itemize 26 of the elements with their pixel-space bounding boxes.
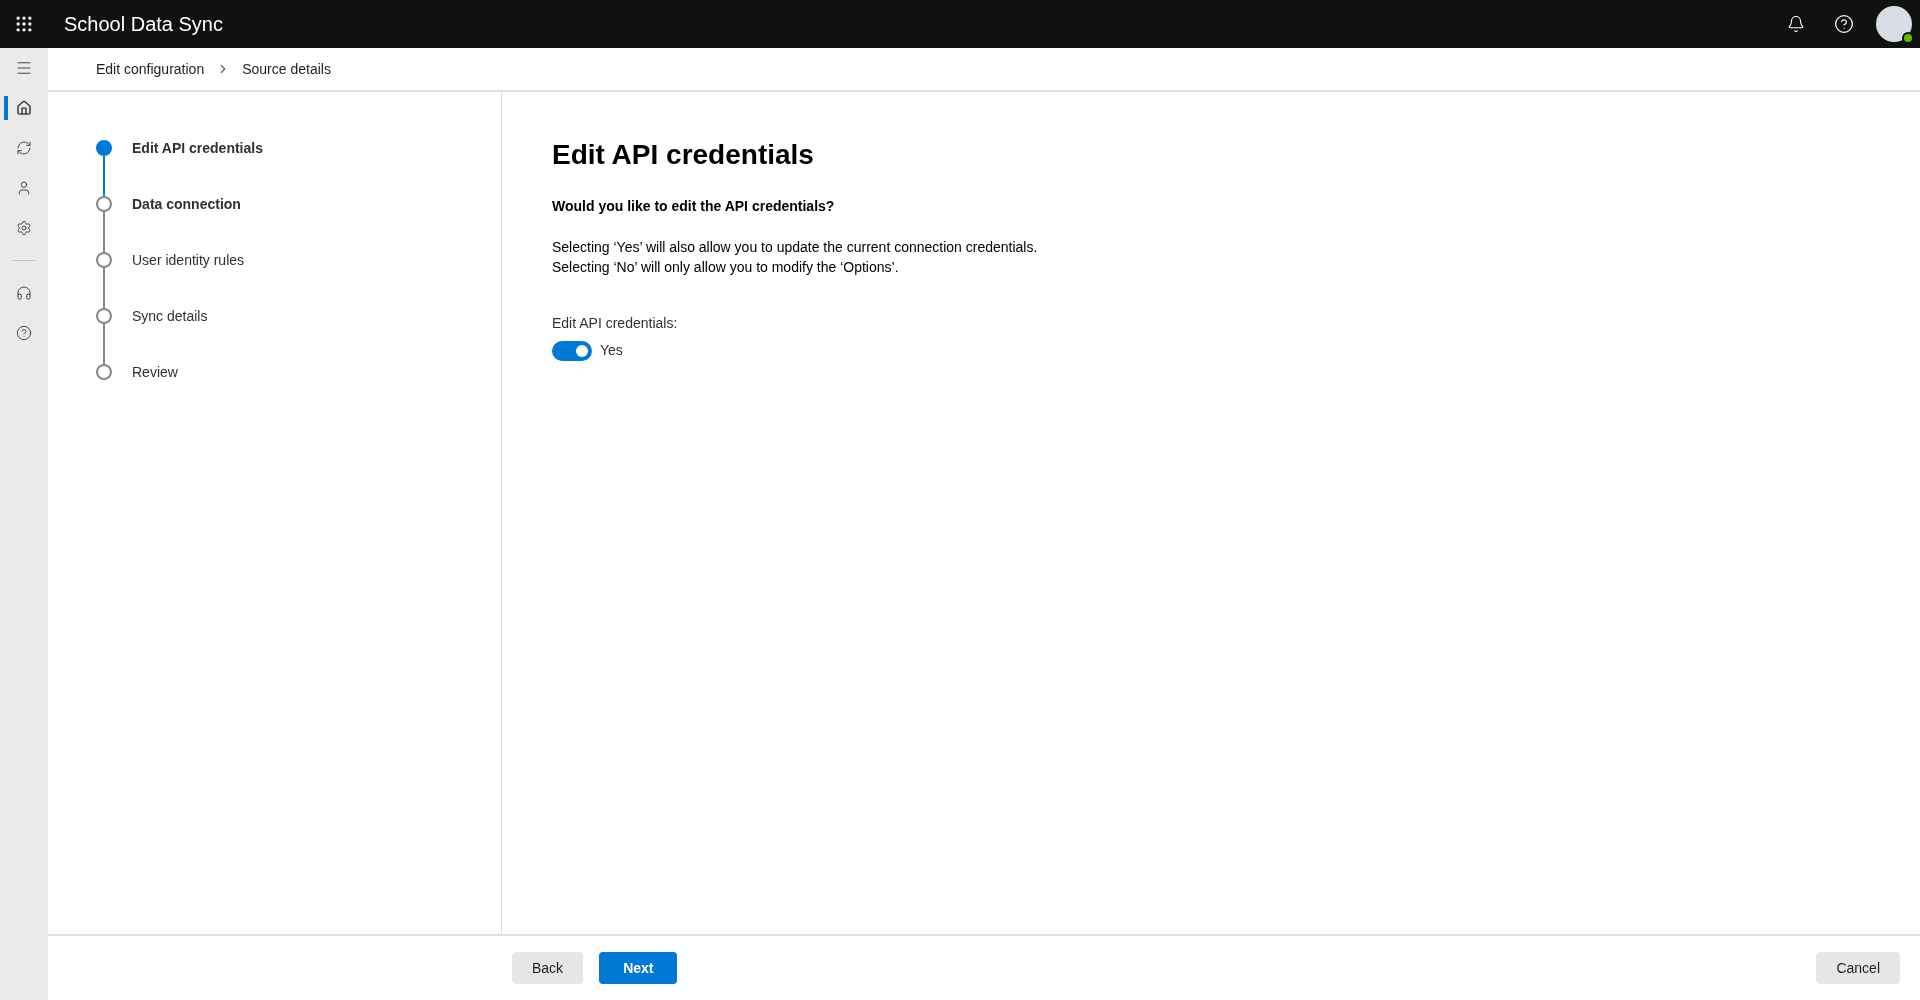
sync-icon[interactable]: [16, 140, 32, 156]
next-button[interactable]: Next: [599, 952, 678, 984]
description-text: Selecting ‘Yes’ will also allow you to update the current connection credentials.: [552, 238, 1039, 257]
toggle-switch[interactable]: [552, 340, 592, 361]
step-label[interactable]: Edit API credentials: [132, 140, 263, 196]
step-label[interactable]: Data connection: [132, 196, 241, 252]
app-title: School Data Sync: [64, 12, 223, 37]
step-label[interactable]: Sync details: [132, 308, 208, 364]
breadcrumb-item: Source details: [242, 59, 331, 79]
toggle-label: Edit API credentials:: [552, 314, 679, 333]
step-label[interactable]: Review: [132, 364, 178, 380]
selection-indicator: [4, 96, 8, 120]
cancel-button[interactable]: Cancel: [1816, 952, 1900, 984]
help-icon[interactable]: [16, 325, 32, 341]
toggle-state-text: Yes: [600, 341, 623, 360]
description-text: Selecting ‘No’ will only allow you to modify the ‘Options’.: [552, 258, 900, 277]
back-button[interactable]: Back: [512, 952, 584, 984]
user-avatar[interactable]: [1876, 6, 1912, 42]
settings-icon[interactable]: [16, 220, 32, 236]
step-label[interactable]: User identity rules: [132, 252, 245, 308]
page-heading: Edit API credentials: [552, 138, 815, 172]
question-text: Would you like to edit the API credentials?: [552, 197, 836, 216]
home-icon[interactable]: [16, 100, 32, 116]
headset-icon[interactable]: [16, 285, 32, 301]
person-icon[interactable]: [16, 180, 32, 196]
breadcrumb-item[interactable]: Edit configuration: [96, 58, 205, 80]
